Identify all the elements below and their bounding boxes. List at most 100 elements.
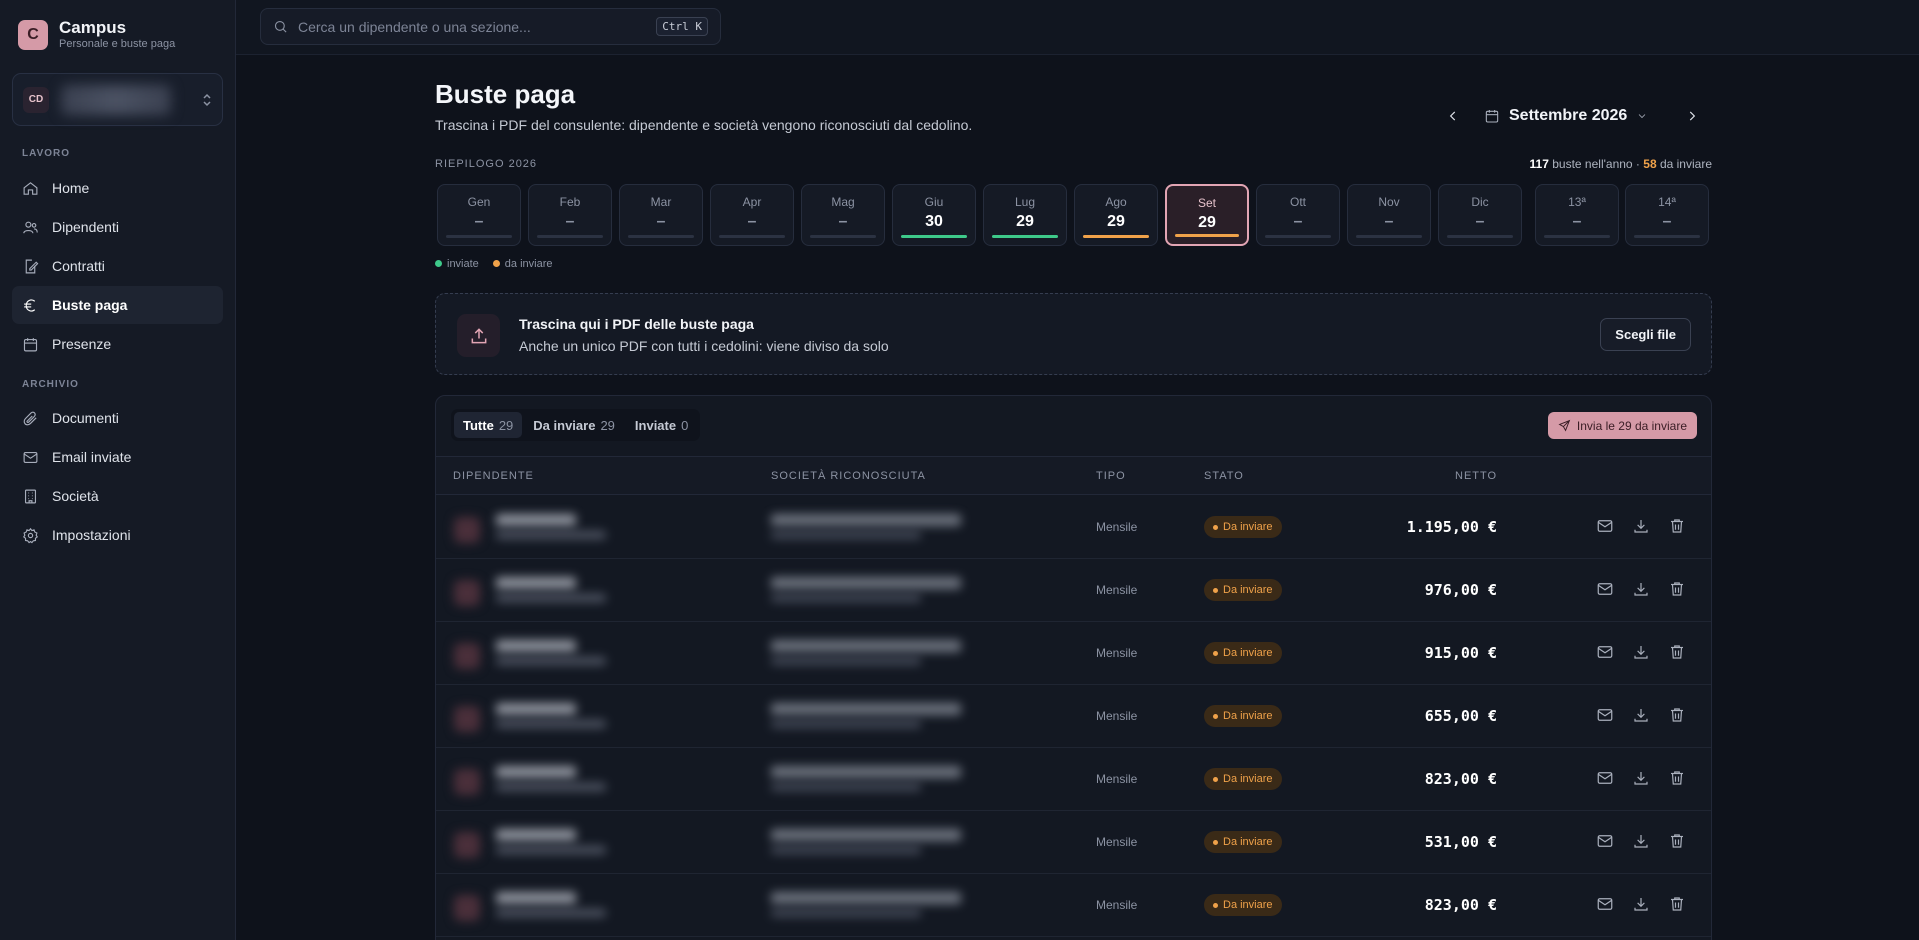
month-status-bar [1447, 235, 1513, 238]
month-status-bar [1083, 235, 1149, 238]
download-icon[interactable] [1632, 517, 1650, 540]
tab-tutte[interactable]: Tutte 29 [454, 412, 523, 438]
next-month-button[interactable] [1679, 103, 1705, 129]
table-row[interactable]: Mensile Da inviare 976,00 € [436, 559, 1711, 622]
month-status-bar [1634, 235, 1700, 238]
chevron-up-down-icon [202, 93, 212, 107]
employee-avatar-redacted [454, 895, 480, 921]
trash-icon[interactable] [1668, 895, 1686, 918]
download-icon[interactable] [1632, 769, 1650, 792]
download-icon[interactable] [1632, 832, 1650, 855]
tab-inviate[interactable]: Inviate 0 [626, 412, 697, 438]
table-row[interactable]: Mensile Da inviare 531,00 € [436, 811, 1711, 874]
gear-icon [23, 527, 38, 543]
mail-icon[interactable] [1596, 832, 1614, 855]
contract-icon [25, 259, 39, 273]
sidebar-item-label: Presenze [52, 336, 112, 352]
status-dot [1213, 776, 1218, 782]
month-name: Feb [559, 195, 581, 209]
employee-name-redacted [496, 829, 576, 841]
trash-icon[interactable] [1668, 832, 1686, 855]
brand[interactable]: C Campus Personale e buste paga [18, 18, 175, 51]
month-status-bar [992, 235, 1058, 238]
month-count: 29 [1016, 213, 1034, 230]
month-card[interactable]: Set 29 [1165, 184, 1249, 246]
prev-month-button[interactable] [1440, 103, 1466, 129]
trash-icon[interactable] [1668, 769, 1686, 792]
send-pending-button[interactable]: Invia le 29 da inviare [1547, 412, 1697, 439]
month-name: Dic [1471, 195, 1489, 209]
summary-pending: 58 [1643, 157, 1657, 171]
month-card[interactable]: Mag – [801, 184, 885, 246]
trash-icon[interactable] [1668, 643, 1686, 666]
sidebar-item-email-inviate[interactable]: Email inviate [12, 438, 223, 476]
cell-netto: 976,00 € [1424, 581, 1497, 599]
search-box[interactable]: Ctrl K [260, 8, 721, 45]
sidebar-item-contratti[interactable]: Contratti [12, 247, 223, 285]
search-input[interactable] [298, 18, 647, 35]
month-card[interactable]: Feb – [528, 184, 612, 246]
choose-file-button[interactable]: Scegli file [1600, 318, 1691, 351]
month-card[interactable]: Giu 30 [892, 184, 976, 246]
month-select[interactable]: Settembre 2026 [1484, 107, 1648, 125]
sidebar-item-impostazioni[interactable]: Impostazioni [12, 516, 223, 554]
status-dot [1213, 650, 1218, 656]
users-icon [23, 221, 38, 233]
month-card[interactable]: Apr – [710, 184, 794, 246]
status-dot [1213, 713, 1218, 719]
month-card[interactable]: Gen – [437, 184, 521, 246]
sidebar-item-documenti[interactable]: Documenti [12, 399, 223, 437]
month-count: – [838, 213, 848, 230]
row-actions [1596, 832, 1686, 855]
employee-detail-redacted [496, 909, 606, 917]
mail-icon[interactable] [1596, 706, 1614, 729]
table-row[interactable]: Mensile Da inviare 1.195,00 € [436, 496, 1711, 559]
download-icon[interactable] [1632, 643, 1650, 666]
mail-icon[interactable] [1596, 517, 1614, 540]
switcher-avatar: CD [23, 86, 49, 113]
pdf-dropzone[interactable]: Trascina qui i PDF delle buste paga Anch… [435, 293, 1712, 375]
employee-detail-redacted [496, 657, 606, 665]
summary-pending-suffix: da inviare [1656, 157, 1712, 171]
tab-da-inviare[interactable]: Da inviare 29 [524, 412, 624, 438]
sidebar-item-home[interactable]: Home [12, 169, 223, 207]
download-icon[interactable] [1632, 580, 1650, 603]
mail-icon[interactable] [1596, 895, 1614, 918]
month-card[interactable]: 14ª – [1625, 184, 1709, 246]
company-switcher[interactable]: CD [12, 73, 223, 126]
trash-icon[interactable] [1668, 517, 1686, 540]
cell-tipo: Mensile [1096, 583, 1138, 597]
month-card[interactable]: Lug 29 [983, 184, 1067, 246]
paperclip-icon [23, 411, 37, 425]
month-card[interactable]: Mar – [619, 184, 703, 246]
table-row[interactable]: Mensile Da inviare 823,00 € [436, 748, 1711, 811]
month-card[interactable]: Ott – [1256, 184, 1340, 246]
trash-icon[interactable] [1668, 580, 1686, 603]
table-row[interactable]: Mensile Da inviare 823,00 € [436, 874, 1711, 937]
sidebar-item-dipendenti[interactable]: Dipendenti [12, 208, 223, 246]
download-icon[interactable] [1632, 706, 1650, 729]
mail-icon[interactable] [1596, 643, 1614, 666]
legend-pending-label: da inviare [504, 258, 553, 270]
employee-name-redacted [496, 577, 576, 589]
trash-icon[interactable] [1668, 706, 1686, 729]
download-icon[interactable] [1632, 895, 1650, 918]
month-count: – [565, 213, 575, 230]
table-row[interactable]: Mensile Da inviare 915,00 € [436, 622, 1711, 685]
mail-icon[interactable] [1596, 769, 1614, 792]
month-card[interactable]: Ago 29 [1074, 184, 1158, 246]
month-card[interactable]: Nov – [1347, 184, 1431, 246]
legend-pending: da inviare [492, 258, 553, 270]
sidebar-item-buste-paga[interactable]: Buste paga [12, 286, 223, 324]
sidebar-item-societa[interactable]: Società [12, 477, 223, 515]
month-card[interactable]: Dic – [1438, 184, 1522, 246]
mail-icon[interactable] [1596, 580, 1614, 603]
status-badge: Da inviare [1204, 516, 1282, 538]
month-status-bar [810, 235, 876, 238]
month-name: Ago [1105, 195, 1127, 209]
tab-label: Tutte [463, 417, 494, 433]
table-row[interactable]: Mensile Da inviare 655,00 € [436, 685, 1711, 748]
status-badge: Da inviare [1204, 768, 1282, 790]
sidebar-item-presenze[interactable]: Presenze [12, 325, 223, 363]
month-card[interactable]: 13ª – [1535, 184, 1619, 246]
